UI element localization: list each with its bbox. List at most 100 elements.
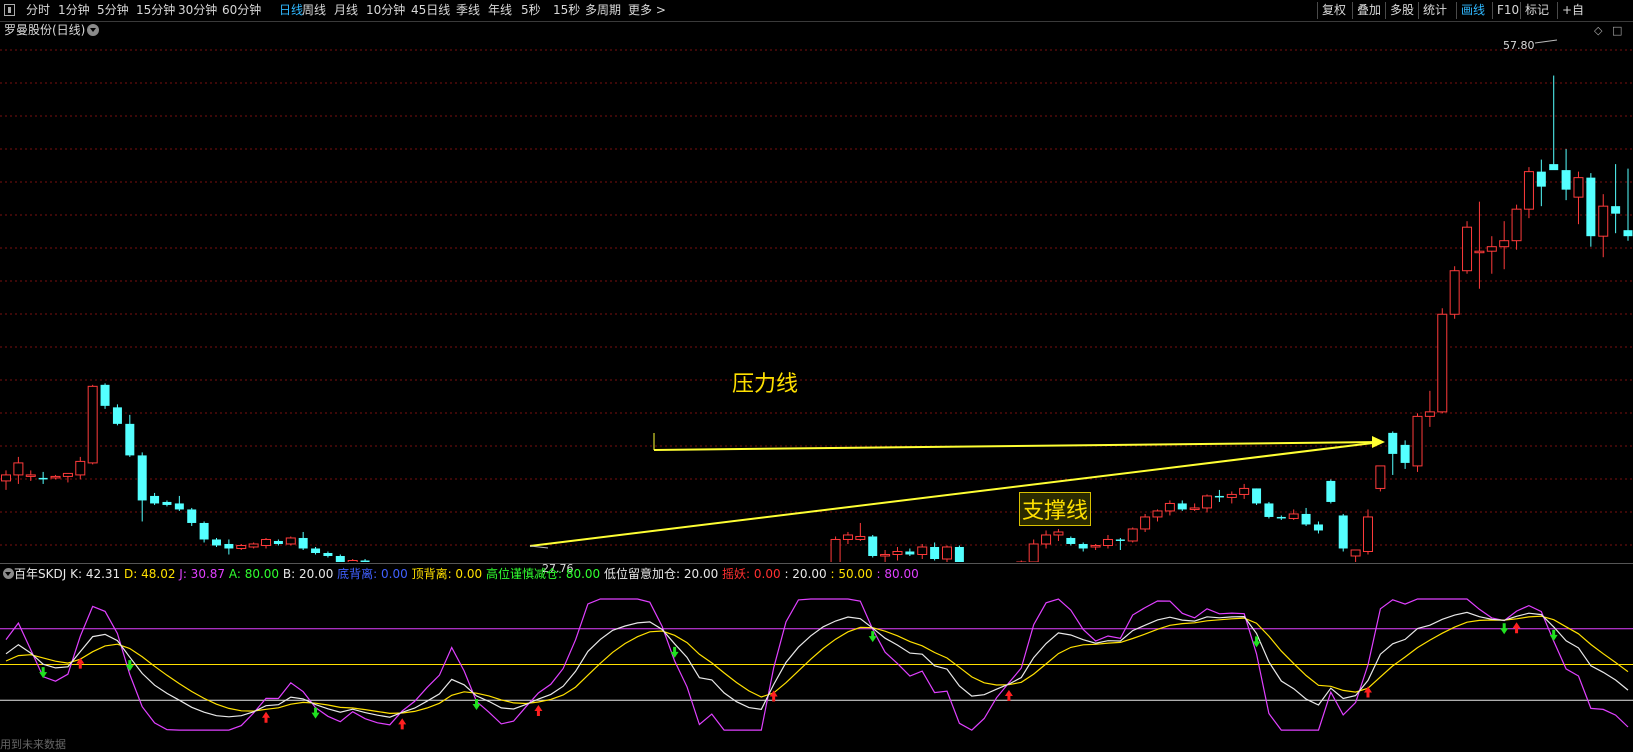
- candle-body: [1264, 503, 1274, 517]
- toolbar-separator: [1557, 2, 1558, 19]
- toolbar-button-7[interactable]: +自: [1562, 0, 1584, 21]
- period-tab-12[interactable]: 年线: [488, 0, 512, 21]
- arrow-right-icon: [1372, 436, 1385, 448]
- candle: [1, 470, 11, 490]
- candle-body: [248, 543, 259, 548]
- candle-body: [880, 553, 891, 557]
- period-tab-9[interactable]: 10分钟: [366, 0, 405, 21]
- candle-body: [1189, 507, 1200, 510]
- candle: [1326, 479, 1336, 504]
- candle: [38, 471, 48, 484]
- candle-body: [273, 540, 283, 544]
- candle-body: [236, 544, 247, 549]
- period-tab-11[interactable]: 季线: [456, 0, 480, 21]
- candle: [1028, 539, 1039, 562]
- candle: [248, 542, 259, 549]
- skdj-indicator-chart[interactable]: [0, 583, 1633, 752]
- indicator-param-8: 低位留意加仓: 20.00: [604, 567, 723, 581]
- candle-body: [1561, 170, 1571, 190]
- candle: [1400, 440, 1410, 469]
- candle-body: [62, 472, 73, 477]
- candle-body: [1288, 513, 1299, 519]
- period-tab-7[interactable]: 周线: [302, 0, 326, 21]
- toolbar-separator: [1317, 2, 1318, 19]
- panel-divider[interactable]: [0, 563, 1633, 564]
- panel-toggle-icon[interactable]: [4, 4, 15, 16]
- period-tab-0[interactable]: 分时: [26, 0, 50, 21]
- arrow-down-icon: [1549, 629, 1558, 641]
- candle-body: [347, 559, 358, 562]
- candle: [150, 492, 160, 505]
- candle: [261, 537, 272, 549]
- toolbar-button-6[interactable]: 标记: [1525, 0, 1549, 21]
- indicator-param-0: K: 42.31: [70, 567, 125, 581]
- candle: [298, 531, 308, 550]
- candle: [13, 456, 24, 484]
- toolbar-button-2[interactable]: 多股: [1390, 0, 1414, 21]
- candle: [1623, 168, 1633, 241]
- candle-body: [1536, 171, 1546, 187]
- period-tab-6[interactable]: 日线: [279, 0, 303, 21]
- toolbar-button-5[interactable]: F10: [1497, 0, 1519, 21]
- arrow-down-icon: [39, 667, 48, 679]
- candle: [917, 543, 928, 559]
- toolbar-button-4[interactable]: 画线: [1461, 0, 1485, 21]
- candle: [100, 383, 110, 409]
- period-tab-8[interactable]: 月线: [334, 0, 358, 21]
- candle-body: [75, 460, 86, 476]
- chart-title: 罗曼股份(日线): [4, 23, 86, 37]
- candle: [1350, 549, 1361, 562]
- candle: [25, 470, 36, 481]
- maximize-icon[interactable]: □: [1612, 24, 1622, 37]
- toolbar-separator: [1352, 2, 1353, 19]
- chevron-down-icon[interactable]: [87, 24, 99, 36]
- candle-body: [1078, 543, 1088, 549]
- candlestick-chart[interactable]: [0, 38, 1633, 562]
- candle-body: [125, 423, 135, 456]
- period-tab-16[interactable]: 更多 >: [628, 0, 666, 21]
- period-tab-15[interactable]: 多周期: [585, 0, 621, 21]
- indicator-name[interactable]: 百年SKDJ: [14, 567, 66, 581]
- candle-body: [1586, 177, 1596, 237]
- candle-body: [1499, 240, 1510, 248]
- candle-body: [1041, 534, 1052, 545]
- candle-body: [1486, 246, 1497, 252]
- arrow-up-icon: [398, 718, 407, 730]
- candle-body: [954, 546, 964, 562]
- diamond-icon[interactable]: ◇: [1594, 24, 1602, 37]
- candle: [137, 452, 147, 522]
- candle-body: [1474, 250, 1485, 254]
- period-tab-14[interactable]: 15秒: [553, 0, 580, 21]
- candle-body: [137, 455, 147, 501]
- period-tab-4[interactable]: 30分钟: [178, 0, 217, 21]
- candle-body: [1102, 538, 1113, 546]
- arrow-up-icon: [1004, 690, 1013, 702]
- candle: [1226, 491, 1237, 504]
- toolbar-button-0[interactable]: 复权: [1322, 0, 1346, 21]
- period-tab-2[interactable]: 5分钟: [97, 0, 129, 21]
- period-tab-5[interactable]: 60分钟: [222, 0, 261, 21]
- candle-body: [1388, 432, 1398, 454]
- candle-body: [868, 536, 878, 556]
- period-tab-10[interactable]: 45日线: [411, 0, 450, 21]
- chevron-down-icon[interactable]: [3, 568, 14, 579]
- candle-body: [1511, 208, 1522, 242]
- candle: [1288, 509, 1299, 520]
- candle: [1586, 173, 1596, 247]
- candle-body: [1400, 444, 1410, 463]
- candle: [75, 456, 86, 480]
- period-tab-1[interactable]: 1分钟: [58, 0, 90, 21]
- period-tab-13[interactable]: 5秒: [521, 0, 541, 21]
- candle: [1066, 536, 1076, 546]
- candle: [187, 507, 197, 526]
- period-tab-3[interactable]: 15分钟: [136, 0, 175, 21]
- candle-body: [1301, 513, 1311, 525]
- candle-body: [174, 503, 184, 510]
- candle: [224, 539, 234, 555]
- candle-body: [38, 477, 48, 480]
- candle-body: [1177, 503, 1187, 510]
- candle: [1164, 500, 1175, 516]
- toolbar-button-1[interactable]: 叠加: [1357, 0, 1381, 21]
- toolbar-button-3[interactable]: 统计: [1423, 0, 1447, 21]
- candle-body: [50, 475, 61, 479]
